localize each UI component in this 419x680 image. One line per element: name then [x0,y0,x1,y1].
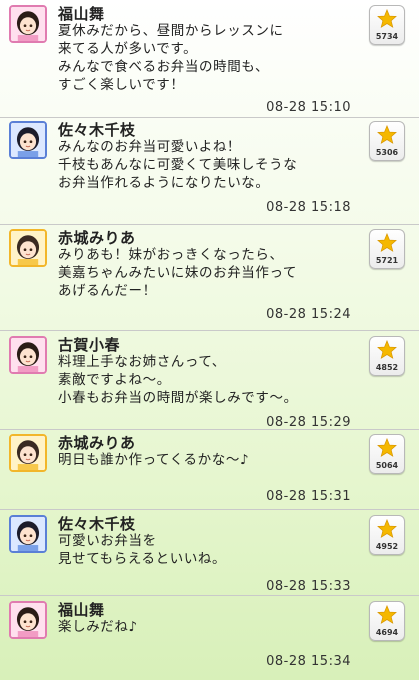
like-button[interactable]: 4852 [369,336,405,376]
message-line: 来てる人が多いです。 [58,41,198,57]
like-count: 4952 [375,542,399,551]
like-button[interactable]: 5734 [369,5,405,45]
message-line: 小春もお弁当の時間が楽しみです〜。 [58,390,298,406]
like-count: 4694 [375,628,399,637]
author-name: 赤城みりあ [58,229,136,247]
message-divider [0,117,419,118]
message-line: みんなのお弁当可愛いよね！ [58,139,242,155]
like-count: 5721 [375,256,399,265]
author-name: 佐々木千枝 [58,121,136,139]
avatar-icon[interactable] [9,515,47,553]
timestamp: 08-28 15:29 [266,415,351,430]
message-line: みんなで食べるお弁当の時間も、 [58,59,270,75]
message-item: 福山舞 夏休みだから、昼間からレッスンに 来てる人が多いです。みんなで食べるお弁当の… [0,0,419,116]
message-line: 可愛いお弁当を [58,533,157,549]
avatar-icon[interactable] [9,229,47,267]
avatar-icon[interactable] [9,601,47,639]
message-text: 楽しみだね♪ [58,618,358,636]
message-text: 明日も誰か作ってくるかな〜♪ [58,451,358,469]
timestamp: 08-28 15:18 [266,200,351,215]
message-item: 赤城みりあ 明日も誰か作ってくるかな〜♪ 08-28 15:31 5064 [0,429,419,510]
message-item: 佐々木千枝 可愛いお弁当を見せてもらえるといいね。 08-28 15:33 4952 [0,510,419,596]
message-line: あげるんだー！ [58,283,157,299]
author-name: 古賀小春 [58,336,121,354]
message-text: みりあも！妹がおっきくなったら、 美嘉ちゃんみたいに妹のお弁当作って あげるんだー！ [58,246,358,300]
message-divider [0,224,419,225]
avatar-icon[interactable] [9,5,47,43]
like-button[interactable]: 5064 [369,434,405,474]
author-name: 赤城みりあ [58,434,136,452]
message-line: 素敵ですよね〜。 [58,372,171,388]
like-button[interactable]: 4694 [369,601,405,641]
message-line: すごく楽しいです！ [58,77,185,93]
timestamp: 08-28 15:24 [266,307,351,322]
message-line: 美嘉ちゃんみたいに妹のお弁当作って [58,265,298,281]
message-line: みりあも！妹がおっきくなったら、 [58,247,284,263]
timestamp: 08-28 15:33 [266,579,351,594]
like-count: 5734 [375,32,399,41]
message-item: 福山舞 楽しみだね♪ 08-28 15:34 4694 [0,596,419,680]
message-divider [0,330,419,331]
like-button[interactable]: 5306 [369,121,405,161]
like-button[interactable]: 4952 [369,515,405,555]
message-line: 料理上手なお姉さんって、 [58,354,226,370]
message-line: 見せてもらえるといいね。 [58,551,227,567]
message-divider [0,429,419,430]
like-count: 5064 [375,461,399,470]
avatar-icon[interactable] [9,434,47,472]
message-line: 千枝もあんなに可愛くて美味しそうな [58,157,298,173]
message-line: お弁当作れるようになりたいな。 [58,175,270,191]
like-button[interactable]: 5721 [369,229,405,269]
timestamp: 08-28 15:34 [266,654,351,669]
message-divider [0,509,419,510]
timestamp: 08-28 15:10 [266,100,351,115]
author-name: 佐々木千枝 [58,515,136,533]
message-text: 料理上手なお姉さんって、 素敵ですよね〜。小春もお弁当の時間が楽しみです〜。 [58,353,358,407]
message-text: 可愛いお弁当を見せてもらえるといいね。 [58,532,358,568]
message-item: 佐々木千枝 みんなのお弁当可愛いよね！ 千枝もあんなに可愛くて美味しそうな お弁当作れ… [0,116,419,224]
message-line: 楽しみだね♪ [58,619,138,635]
message-divider [0,595,419,596]
message-item: 赤城みりあ みりあも！妹がおっきくなったら、 美嘉ちゃんみたいに妹のお弁当作って あげ… [0,224,419,331]
message-line: 夏休みだから、昼間からレッスンに [58,23,284,39]
like-count: 4852 [375,363,399,372]
message-text: 夏休みだから、昼間からレッスンに 来てる人が多いです。みんなで食べるお弁当の時間も… [58,22,358,94]
message-item: 古賀小春 料理上手なお姉さんって、 素敵ですよね〜。小春もお弁当の時間が楽しみです〜… [0,331,419,430]
message-text: みんなのお弁当可愛いよね！ 千枝もあんなに可愛くて美味しそうな お弁当作れるようにな… [58,138,358,192]
avatar-icon[interactable] [9,336,47,374]
like-count: 5306 [375,148,399,157]
timestamp: 08-28 15:31 [266,489,351,504]
avatar-icon[interactable] [9,121,47,159]
author-name: 福山舞 [58,601,105,619]
message-line: 明日も誰か作ってくるかな〜♪ [58,452,250,468]
author-name: 福山舞 [58,5,105,23]
